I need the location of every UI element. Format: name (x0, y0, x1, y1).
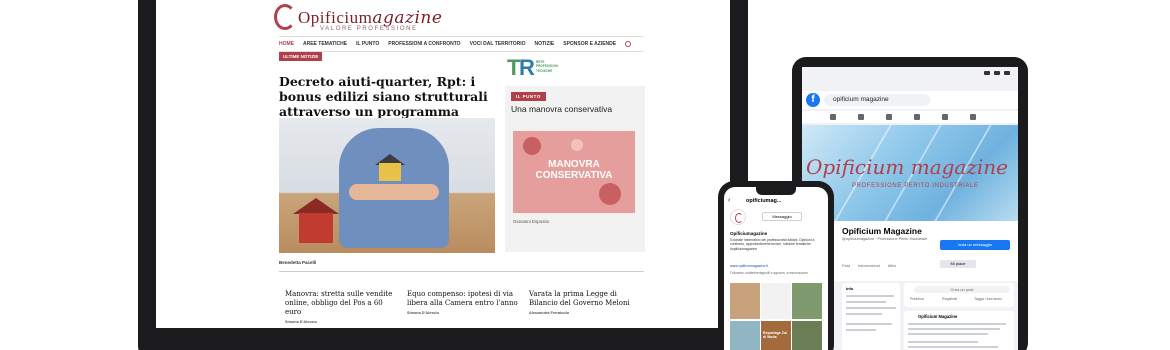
section-divider (279, 271, 644, 272)
grid-post[interactable] (730, 321, 760, 350)
composer-action[interactable]: Pubblica (910, 297, 924, 301)
nav-divider (279, 51, 644, 52)
facebook-page-screen: f opificium magazine Opificium magazine … (802, 67, 1018, 350)
device-mockup-scene: Opificiumagazine VALORE PROFESSIONE HOME… (0, 0, 1170, 350)
tab-info[interactable]: Informazioni (858, 263, 880, 268)
facebook-search-input[interactable]: opificium magazine (824, 94, 930, 106)
nav-item-notizie[interactable]: NOTIZIE (535, 41, 555, 47)
composer-action[interactable]: Tagga i tuoi amici (974, 297, 1002, 301)
back-arrow-icon[interactable]: ‹ (728, 197, 730, 204)
battery-icon (1004, 71, 1010, 75)
message-button[interactable]: Messaggio (762, 212, 802, 221)
instagram-profile-screen: ‹ opificiumag... Messaggio Opificiumagaz… (724, 187, 828, 350)
search-icon[interactable] (625, 41, 632, 47)
marketplace-icon[interactable] (942, 114, 948, 120)
phone-notch (756, 187, 796, 195)
news-card-author: Simona D'Alessio (407, 311, 439, 315)
sidebar-heading: Info (846, 286, 854, 291)
profile-bio: Il portale informativo dei professionist… (730, 238, 815, 251)
groups-icon[interactable] (914, 114, 920, 120)
headline-photo[interactable] (279, 118, 495, 253)
grid-post[interactable] (792, 321, 822, 350)
feed-post: Opificium Magazine (904, 311, 1014, 350)
post-grid: Reportage Zoi di Moda (730, 283, 822, 350)
facebook-nav-icons (802, 111, 1018, 123)
followers-text: Followers: matteobertagnolli e agricom_c… (730, 271, 808, 275)
page-tabs: Post Informazioni Altro (842, 263, 896, 268)
profile-name: Opificiumagazine (730, 231, 768, 236)
news-card-author: Simona D'Alessio (285, 320, 317, 324)
nav-item-il-punto[interactable]: IL PUNTO (356, 41, 379, 47)
nav-item-aree-tematiche[interactable]: AREE TEMATICHE (303, 41, 347, 47)
page-handle: @opificiumagazine · Professione Perito I… (842, 237, 928, 241)
like-button[interactable]: Mi piace (940, 260, 976, 268)
cover-subtitle: PROFESSIONE PERITO INDUSTRIALE (852, 183, 979, 189)
il-punto-title[interactable]: Una manovra conservativa (511, 104, 612, 114)
cover-title: Opificium magazine (806, 155, 1009, 179)
il-punto-author: Giovanni Esposito (513, 219, 550, 224)
website-screen: Opificiumagazine VALORE PROFESSIONE HOME… (156, 0, 730, 328)
news-card-title[interactable]: Varata la prima Legge di Bilancio del Go… (529, 290, 641, 308)
phone-device: ‹ opificiumag... Messaggio Opificiumagaz… (718, 181, 834, 350)
rpt-logo: TR RETE PROFESSIONI TECNICHE (507, 56, 567, 82)
house-model-icon (379, 163, 401, 181)
grid-post[interactable] (730, 283, 760, 319)
profile-username: opificiumag... (746, 198, 782, 204)
info-sidebar: Info (842, 283, 900, 350)
menu-icon[interactable] (970, 114, 976, 120)
main-nav: HOME AREE TEMATICHE IL PUNTO PROFESSIONI… (279, 36, 644, 52)
composer-action[interactable]: Registrati (942, 297, 957, 301)
cover-photo: Opificium magazine PROFESSIONE PERITO IN… (802, 125, 1018, 221)
grid-post[interactable]: Reportage Zoi di Moda (761, 321, 791, 350)
rpt-logo-text: RETE PROFESSIONI TECNICHE (536, 60, 558, 73)
grid-post[interactable] (761, 283, 791, 319)
avatar[interactable] (730, 209, 746, 225)
post-composer: Crea un post Pubblica Registrati Tagga i… (904, 283, 1014, 307)
tab-more[interactable]: Altro (888, 263, 896, 268)
latest-news-badge: ULTIME NOTIZIE (279, 52, 323, 61)
nav-item-voci-territorio[interactable]: VOCI DAL TERRITORIO (470, 41, 526, 47)
logo-italic-text: agazine (372, 8, 443, 28)
page-name: Opificium Magazine (842, 226, 922, 236)
signal-icon (984, 71, 990, 75)
status-bar (802, 67, 1018, 79)
composer-input[interactable]: Crea un post (914, 286, 1010, 293)
tab-post[interactable]: Post (842, 263, 850, 268)
profile-link[interactable]: www.opificiumagazine.it (730, 264, 768, 268)
news-card-title[interactable]: Manovra: stretta sulle vendite online, o… (285, 290, 397, 317)
wifi-icon (994, 71, 1000, 75)
site-tagline: VALORE PROFESSIONE (320, 26, 418, 32)
grid-post[interactable] (792, 283, 822, 319)
news-card-author: Alessandra Ferraiuolo (529, 311, 570, 315)
laptop-device: Opificiumagazine VALORE PROFESSIONE HOME… (138, 0, 748, 350)
logo-o-mark (274, 4, 296, 30)
friends-icon[interactable] (858, 114, 864, 120)
nav-item-sponsor[interactable]: SPONSOR E AZIENDE (563, 41, 616, 47)
manovra-image-text: MANOVRA CONSERVATIVA (535, 159, 613, 181)
nav-item-professioni[interactable]: PROFESSIONI A CONFRONTO (388, 41, 460, 47)
send-message-button[interactable]: Invia un messaggio (940, 240, 1010, 250)
news-card-title[interactable]: Equo compenso: ipotesi di via libera all… (407, 290, 519, 308)
logo-main-text: Opificium (298, 8, 373, 27)
manovra-image[interactable]: MANOVRA CONSERVATIVA (513, 131, 635, 213)
home-icon[interactable] (830, 114, 836, 120)
watch-icon[interactable] (886, 114, 892, 120)
feed-post-author: Opificium Magazine (918, 314, 958, 319)
il-punto-badge: IL PUNTO (511, 92, 546, 101)
headline-author: Benedetta Pacelli (279, 260, 317, 265)
facebook-logo-icon[interactable]: f (806, 93, 820, 107)
nav-item-home[interactable]: HOME (279, 41, 294, 47)
grid-post-text: Reportage Zoi di Moda (763, 331, 788, 340)
